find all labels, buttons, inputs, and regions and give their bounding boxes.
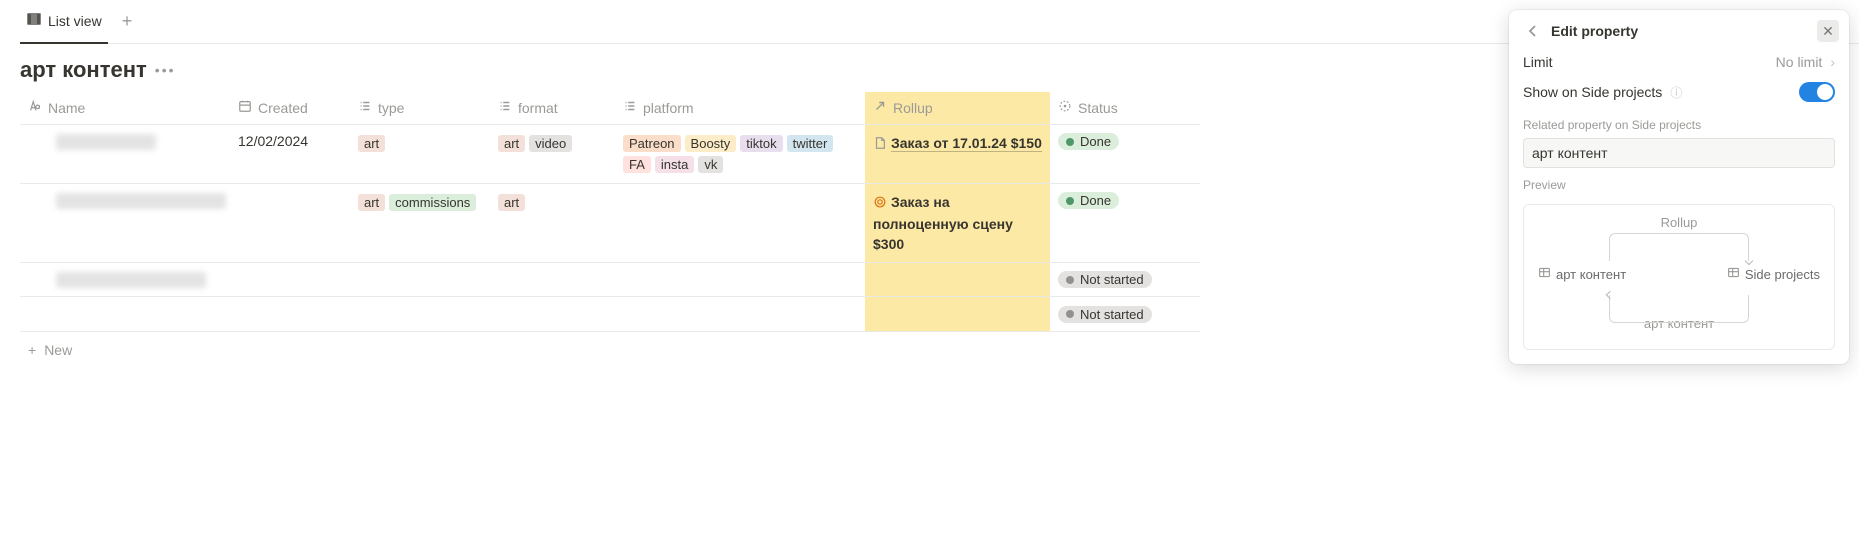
tab-list-view[interactable]: List view (20, 0, 108, 44)
page-icon (873, 135, 887, 155)
cell-platform (615, 297, 865, 332)
rollup-arrow-icon (873, 99, 887, 116)
tag-insta: insta (655, 156, 694, 173)
multiselect-icon (623, 99, 637, 116)
rollup-page-link[interactable]: Заказ на полноценную сцену $300 (873, 194, 1013, 252)
tag-art: art (358, 135, 385, 152)
panel-title: Edit property (1551, 23, 1638, 39)
table-icon (1538, 266, 1551, 282)
table-row[interactable]: xxxxx12/02/2024artartvideoPatreonBoostyt… (20, 124, 1200, 183)
back-button[interactable] (1523, 21, 1543, 41)
preview-diagram: Rollup арт контент Side projects арт кон… (1523, 204, 1835, 350)
cell-platform (615, 183, 865, 262)
cell-status: Done (1050, 124, 1200, 183)
tag-art: art (358, 194, 385, 211)
tag-boosty: Boosty (685, 135, 737, 152)
db-title[interactable]: арт контент (20, 57, 147, 83)
preview-label: Preview (1509, 168, 1849, 198)
tag-vk: vk (698, 156, 723, 173)
help-icon[interactable]: ⓘ (1670, 84, 1682, 101)
cell-format (490, 297, 615, 332)
add-view-button[interactable]: + (116, 7, 139, 36)
row-title-blurred: xxxxx (56, 134, 156, 150)
related-property-input[interactable]: арт контент (1523, 138, 1835, 168)
limit-label: Limit (1523, 54, 1553, 70)
cell-type: artcommissions (350, 183, 490, 262)
show-on-label: Show on Side projects (1523, 84, 1662, 100)
col-header-rollup[interactable]: Rollup (865, 92, 1050, 124)
col-header-format[interactable]: format (490, 92, 615, 124)
cell-type (350, 262, 490, 297)
status-pill: Done (1058, 133, 1119, 150)
col-header-name[interactable]: Name (20, 92, 230, 124)
show-on-toggle[interactable] (1799, 82, 1835, 102)
target-icon (873, 194, 887, 214)
table-row[interactable]: xxxxx Not started (20, 262, 1200, 297)
cell-rollup (865, 262, 1050, 297)
multiselect-icon (498, 99, 512, 116)
preview-rollup-label: Rollup (1532, 215, 1826, 230)
tag-tiktok: tiktok (740, 135, 782, 152)
plus-icon: + (28, 342, 36, 358)
cell-format: artvideo (490, 124, 615, 183)
limit-row[interactable]: Limit No limit › (1509, 48, 1849, 76)
chevron-right-icon: › (1830, 54, 1835, 70)
close-button[interactable]: ✕ (1817, 20, 1839, 42)
tag-art: art (498, 135, 525, 152)
cell-created: 12/02/2024 (230, 124, 350, 183)
cell-created (230, 183, 350, 262)
preview-right-node: Side projects (1727, 266, 1820, 282)
cell-format (490, 262, 615, 297)
tag-commissions: commissions (389, 194, 476, 211)
cell-status: Not started (1050, 297, 1200, 332)
cell-status: Not started (1050, 262, 1200, 297)
row-title-blurred: xxxxx (56, 272, 206, 288)
cell-type: art (350, 124, 490, 183)
tag-art: art (498, 194, 525, 211)
tag-twitter: twitter (787, 135, 834, 152)
table-icon (1727, 266, 1740, 282)
preview-left-node: арт контент (1538, 266, 1626, 282)
cell-type (350, 297, 490, 332)
new-row-label: New (44, 342, 72, 358)
cell-rollup (865, 297, 1050, 332)
col-header-platform[interactable]: platform (615, 92, 865, 124)
rollup-page-link[interactable]: Заказ от 17.01.24 $150 (873, 135, 1042, 151)
limit-value: No limit (1776, 54, 1823, 70)
cell-rollup: Заказ от 17.01.24 $150 (865, 124, 1050, 183)
tag-patreon: Patreon (623, 135, 681, 152)
related-property-label: Related property on Side projects (1509, 108, 1849, 138)
status-pill: Not started (1058, 271, 1152, 288)
cell-platform: PatreonBoostytiktok twitter FAinstavk (615, 124, 865, 183)
database-table: Name Created type format platform Rollup (20, 92, 1200, 332)
cell-platform (615, 262, 865, 297)
table-icon (26, 11, 42, 30)
status-prop-icon (1058, 99, 1072, 116)
row-title-blurred: xxxxx (56, 193, 226, 209)
cell-created (230, 297, 350, 332)
tag-video: video (529, 135, 572, 152)
status-pill: Done (1058, 192, 1119, 209)
tab-label: List view (48, 13, 102, 29)
table-row[interactable]: Not started (20, 297, 1200, 332)
status-pill: Not started (1058, 306, 1152, 323)
cell-format: art (490, 183, 615, 262)
col-header-type[interactable]: type (350, 92, 490, 124)
db-title-menu[interactable]: ••• (155, 62, 176, 78)
multiselect-icon (358, 99, 372, 116)
calendar-icon (238, 99, 252, 116)
property-edit-panel: Edit property ✕ Limit No limit › Show on… (1509, 10, 1849, 364)
title-prop-icon (28, 99, 42, 116)
show-on-row: Show on Side projects ⓘ (1509, 76, 1849, 108)
tag-fa: FA (623, 156, 651, 173)
cell-rollup: Заказ на полноценную сцену $300 (865, 183, 1050, 262)
cell-status: Done (1050, 183, 1200, 262)
cell-created (230, 262, 350, 297)
col-header-created[interactable]: Created (230, 92, 350, 124)
table-row[interactable]: xxxxxartcommissionsartЗаказ на полноценн… (20, 183, 1200, 262)
col-header-status[interactable]: Status (1050, 92, 1200, 124)
